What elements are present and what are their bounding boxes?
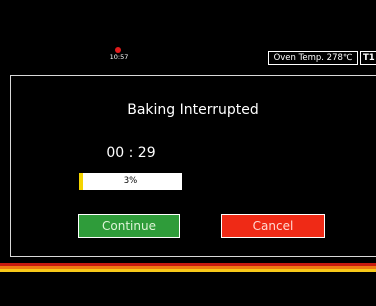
timer-badge: T1 (360, 51, 376, 65)
clock-time: 10:57 (109, 53, 129, 61)
progress-bar: 3% (79, 173, 182, 190)
cancel-button[interactable]: Cancel (221, 214, 325, 238)
bottom-bar (0, 272, 376, 278)
oven-temperature-display: Oven Temp. 278℃ (268, 51, 358, 65)
continue-button[interactable]: Continue (78, 214, 180, 238)
countdown-timer: 00 : 29 (106, 145, 156, 161)
dialog-title: Baking Interrupted (127, 102, 259, 118)
progress-percent-label: 3% (123, 176, 138, 186)
oven-screen: 10:57 Oven Temp. 278℃ T1 Baking Interrup… (0, 0, 376, 306)
